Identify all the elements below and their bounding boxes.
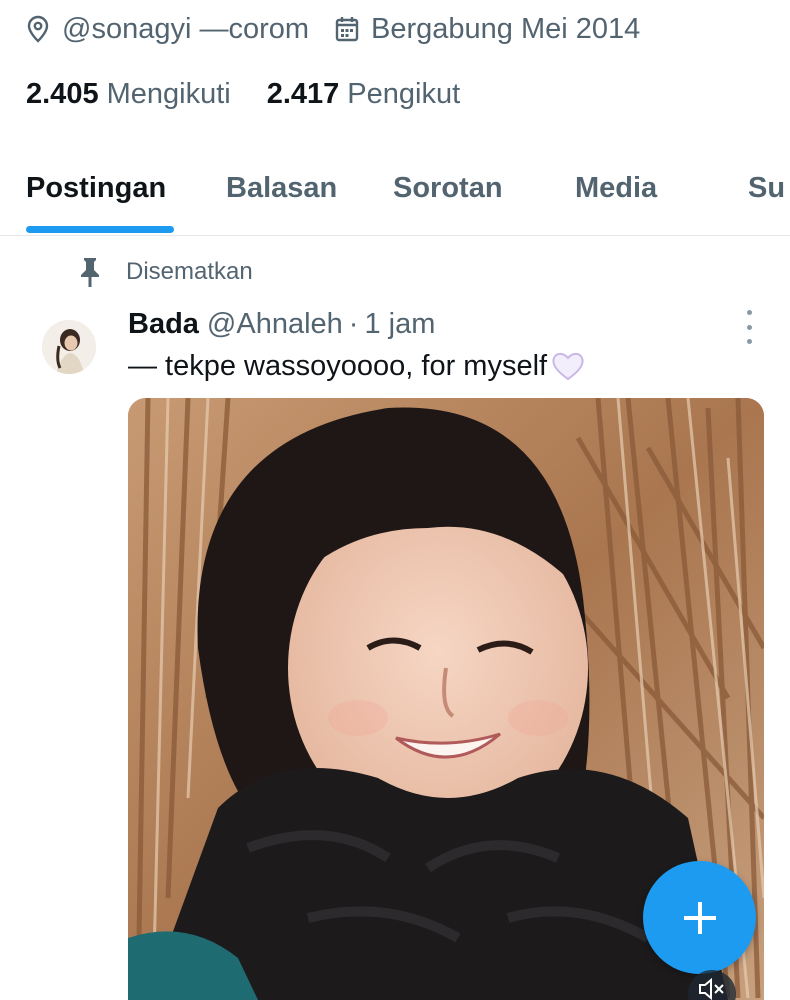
avatar[interactable]	[42, 320, 96, 374]
tab-label: Su	[748, 172, 786, 204]
muted-speaker-icon	[699, 978, 724, 1000]
following-label: Mengikuti	[106, 77, 231, 110]
tab-label: Media	[575, 172, 658, 204]
location-pin-icon	[27, 15, 49, 43]
followers-count: 2.417	[266, 77, 340, 110]
tweet-time[interactable]: 1 jam	[364, 308, 435, 341]
follow-stats: 2.405 Mengikuti 2.417 Pengikut	[26, 76, 496, 112]
location-item: @sonagyi —corom	[26, 13, 309, 46]
profile-tabs: Postingan Balasan Sorotan Media Su	[0, 150, 790, 236]
following-count: 2.405	[26, 77, 99, 110]
tab-label: Postingan	[26, 172, 167, 204]
avatar-image	[42, 320, 96, 374]
compose-fab[interactable]	[643, 861, 756, 974]
tweet-body: — tekpe wassoyoooo, for myself	[128, 349, 548, 382]
author-handle[interactable]: @Ahnaleh	[207, 308, 343, 341]
separator-dot: ·	[348, 307, 359, 340]
joined-text: Bergabung Mei 2014	[371, 12, 641, 45]
author-name[interactable]: Bada	[128, 308, 199, 341]
more-dot-icon	[746, 310, 752, 315]
pinned-label: Disematkan	[78, 254, 253, 290]
pinned-text: Disematkan	[126, 258, 253, 285]
joined-item: Bergabung Mei 2014	[335, 13, 640, 46]
plus-icon	[683, 901, 716, 934]
followers-label: Pengikut	[347, 77, 461, 110]
followers-link[interactable]: 2.417 Pengikut	[267, 78, 460, 111]
more-dot-icon	[746, 324, 752, 330]
tweet-header: Bada @Ahnaleh · 1 jam	[128, 304, 435, 344]
profile-meta-row: @sonagyi —corom Bergabung Mei 2014	[26, 10, 666, 48]
tab-label: Balasan	[226, 172, 338, 204]
following-link[interactable]: 2.405 Mengikuti	[26, 78, 231, 111]
pin-icon	[81, 258, 99, 287]
tweet-text: — tekpe wassoyoooo, for myself	[128, 346, 585, 386]
tab-label: Sorotan	[393, 172, 503, 204]
active-tab-indicator	[26, 226, 174, 233]
calendar-icon	[335, 17, 359, 42]
more-options-button[interactable]	[736, 310, 762, 344]
location-text[interactable]: @sonagyi —corom	[62, 13, 309, 46]
more-dot-icon	[746, 339, 752, 344]
white-heart-emoji	[552, 352, 584, 381]
